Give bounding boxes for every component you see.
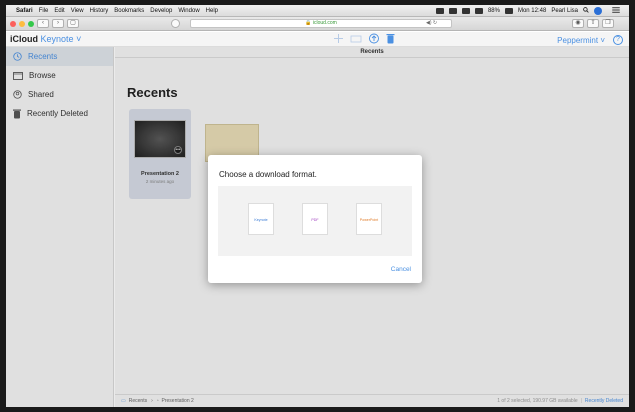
tabs-button[interactable]: ❐ bbox=[602, 19, 614, 28]
menubar-clock[interactable]: Mon 12:48 bbox=[518, 8, 546, 14]
menu-help[interactable]: Help bbox=[206, 8, 218, 14]
address-bar-url: icloud.com bbox=[312, 20, 337, 26]
menu-window[interactable]: Window bbox=[178, 8, 199, 14]
privacy-report-icon[interactable] bbox=[171, 19, 180, 28]
menubar-extension-icon[interactable] bbox=[435, 7, 444, 14]
format-pdf-option[interactable]: PDF bbox=[302, 203, 328, 235]
app-switcher[interactable]: iCloud Keynote ˅ bbox=[10, 34, 81, 44]
upload-icon[interactable] bbox=[368, 33, 380, 44]
lock-icon: 🔒 bbox=[305, 20, 312, 26]
download-format-dialog: Choose a download format. Keynote PDF Po… bbox=[208, 155, 422, 283]
siri-icon[interactable] bbox=[594, 6, 602, 15]
app-name: Keynote bbox=[40, 34, 74, 44]
battery-percent[interactable]: 88% bbox=[488, 8, 500, 14]
trash-icon[interactable] bbox=[386, 33, 395, 44]
menu-bookmarks[interactable]: Bookmarks bbox=[114, 8, 144, 14]
format-options: Keynote PDF PowerPoint bbox=[218, 186, 412, 256]
menu-history[interactable]: History bbox=[90, 8, 109, 14]
zoom-window-button[interactable] bbox=[28, 20, 34, 27]
menubar-wifi-icon[interactable] bbox=[461, 7, 470, 14]
menu-view[interactable]: View bbox=[71, 8, 84, 14]
add-icon[interactable] bbox=[333, 33, 344, 44]
screen: Safari File Edit View History Bookmarks … bbox=[6, 5, 629, 407]
menu-app-name[interactable]: Safari bbox=[16, 8, 33, 14]
menubar-cloud-icon[interactable] bbox=[448, 7, 457, 14]
account-name: Peppermint bbox=[557, 35, 599, 45]
chevron-down-icon: ˅ bbox=[76, 34, 82, 44]
extension-button[interactable]: ◉ bbox=[572, 19, 584, 28]
audio-reload-controls[interactable]: ◀) ↻ bbox=[426, 19, 437, 28]
share-button[interactable]: ⇧ bbox=[587, 19, 599, 28]
sidebar-toggle-button[interactable]: ▢ bbox=[67, 19, 79, 28]
forward-button[interactable]: › bbox=[52, 19, 64, 28]
spotlight-icon[interactable] bbox=[583, 6, 589, 15]
modal-overlay: Choose a download format. Keynote PDF Po… bbox=[6, 47, 629, 407]
close-window-button[interactable] bbox=[10, 20, 16, 27]
header-actions bbox=[333, 33, 401, 44]
menu-edit[interactable]: Edit bbox=[54, 8, 64, 14]
menubar-status-area: 88% Mon 12:48 Pearl Lisa bbox=[435, 6, 625, 15]
browser-toolbar: ‹ › ▢ 🔒 icloud.com ◀) ↻ ◉ ⇧ ❐ bbox=[6, 17, 629, 31]
menubar-user[interactable]: Pearl Lisa bbox=[551, 8, 578, 14]
notification-center-icon[interactable] bbox=[612, 6, 620, 15]
cancel-button[interactable]: Cancel bbox=[391, 266, 411, 273]
help-icon[interactable]: ? bbox=[613, 35, 623, 45]
minimize-window-button[interactable] bbox=[19, 20, 25, 27]
chevron-down-icon: ˅ bbox=[598, 35, 605, 45]
menu-file[interactable]: File bbox=[39, 8, 49, 14]
icloud-brand: iCloud bbox=[10, 34, 38, 44]
dialog-title: Choose a download format. bbox=[219, 170, 317, 179]
macos-menubar: Safari File Edit View History Bookmarks … bbox=[6, 5, 629, 17]
format-powerpoint-option[interactable]: PowerPoint bbox=[356, 203, 382, 235]
address-bar[interactable]: 🔒 icloud.com bbox=[190, 19, 452, 28]
back-button[interactable]: ‹ bbox=[37, 19, 49, 28]
format-keynote-option[interactable]: Keynote bbox=[248, 203, 274, 235]
toolbar-right-buttons: ◉ ⇧ ❐ bbox=[572, 19, 617, 28]
menu-develop[interactable]: Develop bbox=[150, 8, 172, 14]
battery-icon[interactable] bbox=[504, 7, 513, 14]
collaborate-icon[interactable] bbox=[350, 33, 362, 44]
account-menu[interactable]: Peppermint ˅ ? bbox=[557, 35, 623, 45]
icloud-header: iCloud Keynote ˅ Peppermint ˅ ? bbox=[6, 32, 629, 47]
window-controls bbox=[10, 20, 37, 27]
menubar-volume-icon[interactable] bbox=[474, 7, 483, 14]
